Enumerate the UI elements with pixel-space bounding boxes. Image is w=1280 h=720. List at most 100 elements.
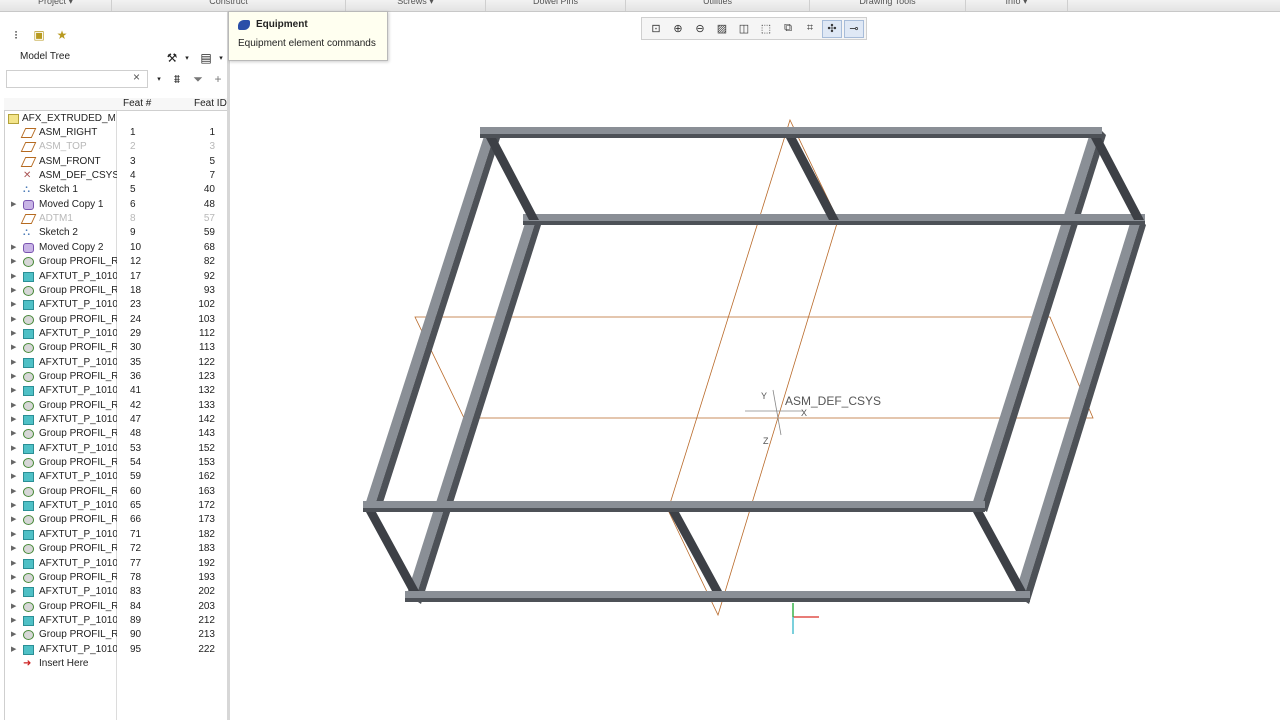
tree-row[interactable]: ▶ Group PROFIL_R 78 193: [5, 571, 228, 585]
expand-arrow-icon[interactable]: ▶: [11, 399, 16, 413]
filter-icon[interactable]: ⏷: [189, 70, 207, 88]
tree-row[interactable]: ▶ AFXTUT_P_1010_ 35 122: [5, 356, 228, 370]
spin-center-icon[interactable]: ✣: [822, 19, 842, 38]
saved-views-icon[interactable]: ⬚: [756, 20, 776, 38]
tree-row[interactable]: ▶ Group PROFIL_R 66 173: [5, 513, 228, 527]
expand-arrow-icon[interactable]: ▶: [11, 614, 16, 628]
tree-row[interactable]: ▶ Group PROFIL_R 12 82: [5, 255, 228, 269]
tree-row[interactable]: ⛬ Sketch 1 5 40: [5, 183, 228, 197]
model-tree-tab-icon[interactable]: ⁝: [7, 26, 25, 44]
filter-dropdown-icon[interactable]: ▾: [150, 70, 168, 88]
tree-row[interactable]: ▶ Group PROFIL_R 42 133: [5, 399, 228, 413]
ribbon-group-2[interactable]: Screws ▾: [346, 0, 486, 11]
expand-arrow-icon[interactable]: ▶: [11, 542, 16, 556]
expand-arrow-icon[interactable]: ▶: [11, 442, 16, 456]
add-column-icon[interactable]: +: [209, 70, 227, 88]
tree-row[interactable]: ▶ Group PROFIL_R 18 93: [5, 284, 228, 298]
expand-arrow-icon[interactable]: ▶: [11, 413, 16, 427]
expand-arrow-icon[interactable]: ▶: [11, 557, 16, 571]
zoom-out-icon[interactable]: ⊖: [690, 20, 710, 38]
graphics-viewport[interactable]: ASM_DEF_CSYS Y Z X: [233, 40, 1280, 720]
zoom-in-icon[interactable]: ⊕: [668, 20, 688, 38]
tree-row[interactable]: ▶ Group PROFIL_R 30 113: [5, 341, 228, 355]
insert-here-row[interactable]: ➜ Insert Here: [5, 657, 228, 671]
tree-row[interactable]: ▶ AFXTUT_P_1010_ 83 202: [5, 585, 228, 599]
expand-arrow-icon[interactable]: ▶: [11, 513, 16, 527]
tree-row[interactable]: ▶ AFXTUT_P_1010_ 65 172: [5, 499, 228, 513]
tree-row[interactable]: ASM_TOP 2 3: [5, 140, 228, 154]
tree-row[interactable]: ⛬ Sketch 2 9 59: [5, 226, 228, 240]
tree-row[interactable]: ▶ AFXTUT_P_1010_ 23 102: [5, 298, 228, 312]
tree-row[interactable]: ▶ Moved Copy 2 10 68: [5, 241, 228, 255]
expand-arrow-icon[interactable]: ▶: [11, 427, 16, 441]
tree-row[interactable]: ▶ AFXTUT_P_1010_ 29 112: [5, 327, 228, 341]
expand-arrow-icon[interactable]: ▶: [11, 313, 16, 327]
tree-row[interactable]: ▶ Group PROFIL_R 84 203: [5, 600, 228, 614]
expand-arrow-icon[interactable]: ▶: [11, 485, 16, 499]
expand-arrow-icon[interactable]: ▶: [11, 600, 16, 614]
tree-row[interactable]: ▶ AFXTUT_P_1010_ 53 152: [5, 442, 228, 456]
expand-arrow-icon[interactable]: ▶: [11, 456, 16, 470]
clear-filter-icon[interactable]: ×: [133, 70, 140, 84]
annotation-display-icon[interactable]: ⊸: [844, 19, 864, 38]
tree-row[interactable]: ▶ AFXTUT_P_1010_ 17 92: [5, 270, 228, 284]
favorites-tab-icon[interactable]: ★: [53, 26, 71, 44]
tree-row[interactable]: ▶ Group PROFIL_R 54 153: [5, 456, 228, 470]
tree-root[interactable]: AFX_EXTRUDED_MA: [5, 112, 228, 126]
expand-arrow-icon[interactable]: ▶: [11, 643, 16, 657]
col-feat-num[interactable]: Feat #: [123, 98, 151, 109]
expand-arrow-icon[interactable]: ▶: [11, 384, 16, 398]
expand-arrow-icon[interactable]: ▶: [11, 270, 16, 284]
ribbon-group-1[interactable]: Construct: [112, 0, 346, 11]
expand-arrow-icon[interactable]: ▶: [11, 341, 16, 355]
expand-arrow-icon[interactable]: ▶: [11, 571, 16, 585]
tree-row[interactable]: ▶ AFXTUT_P_1010_ 41 132: [5, 384, 228, 398]
tree-row[interactable]: ADTM1 8 57: [5, 212, 228, 226]
ribbon-group-3[interactable]: Dowel Pins: [486, 0, 626, 11]
expand-arrow-icon[interactable]: ▶: [11, 470, 16, 484]
datum-display-icon[interactable]: ⌗: [800, 20, 820, 38]
expand-arrow-icon[interactable]: ▶: [11, 255, 16, 269]
tree-row[interactable]: ▶ Group PROFIL_R 48 143: [5, 427, 228, 441]
ribbon-group-6[interactable]: Info ▾: [966, 0, 1068, 11]
col-feat-id[interactable]: Feat ID: [194, 98, 227, 109]
expand-arrow-icon[interactable]: ▶: [11, 370, 16, 384]
tree-row[interactable]: ▶ Group PROFIL_R 90 213: [5, 628, 228, 642]
expand-arrow-icon[interactable]: ▶: [11, 628, 16, 642]
expand-arrow-icon[interactable]: ▶: [11, 499, 16, 513]
expand-arrow-icon[interactable]: ▶: [11, 241, 16, 255]
tree-row[interactable]: ▶ AFXTUT_P_1010_ 47 142: [5, 413, 228, 427]
frame-assembly[interactable]: [363, 127, 1146, 604]
tree-row[interactable]: ASM_RIGHT 1 1: [5, 126, 228, 140]
expand-arrow-icon[interactable]: ▶: [11, 298, 16, 312]
ribbon-group-0[interactable]: Project ▾: [0, 0, 112, 11]
tree-row[interactable]: ▶ Moved Copy 1 6 48: [5, 198, 228, 212]
tree-row[interactable]: ASM_FRONT 3 5: [5, 155, 228, 169]
tree-row[interactable]: ▶ AFXTUT_P_1010_ 95 222: [5, 643, 228, 657]
expand-arrow-icon[interactable]: ▶: [11, 198, 16, 212]
view-manager-icon[interactable]: ⧉: [778, 20, 798, 38]
tree-row[interactable]: ▶ Group PROFIL_R 60 163: [5, 485, 228, 499]
expand-arrow-icon[interactable]: ▶: [11, 585, 16, 599]
refit-icon[interactable]: ⊡: [646, 20, 666, 38]
tree-row[interactable]: ▶ Group PROFIL_R 24 103: [5, 313, 228, 327]
tree-filter-input[interactable]: [6, 70, 148, 88]
display-style-icon[interactable]: ◫: [734, 20, 754, 38]
ribbon-group-5[interactable]: Drawing Tools: [810, 0, 966, 11]
tree-row[interactable]: ▶ AFXTUT_P_1010_ 59 162: [5, 470, 228, 484]
repaint-icon[interactable]: ▨: [712, 20, 732, 38]
tree-row[interactable]: ▶ AFXTUT_P_1010_ 77 192: [5, 557, 228, 571]
tree-row[interactable]: ▶ Group PROFIL_R 72 183: [5, 542, 228, 556]
tree-settings-dropdown-icon[interactable]: ▾: [178, 49, 196, 67]
expand-arrow-icon[interactable]: ▶: [11, 528, 16, 542]
tree-row[interactable]: ▶ AFXTUT_P_1010_ 71 182: [5, 528, 228, 542]
expand-arrow-icon[interactable]: ▶: [11, 284, 16, 298]
folder-browser-tab-icon[interactable]: ▣: [30, 26, 48, 44]
tree-row[interactable]: ▶ Group PROFIL_R 36 123: [5, 370, 228, 384]
expand-arrow-icon[interactable]: ▶: [11, 356, 16, 370]
expand-arrow-icon[interactable]: ▶: [11, 327, 16, 341]
tree-row[interactable]: ✕ ASM_DEF_CSYS 4 7: [5, 169, 228, 183]
find-icon[interactable]: ⩩: [168, 70, 186, 88]
tree-row[interactable]: ▶ AFXTUT_P_1010_ 89 212: [5, 614, 228, 628]
ribbon-group-4[interactable]: Utilities: [626, 0, 810, 11]
